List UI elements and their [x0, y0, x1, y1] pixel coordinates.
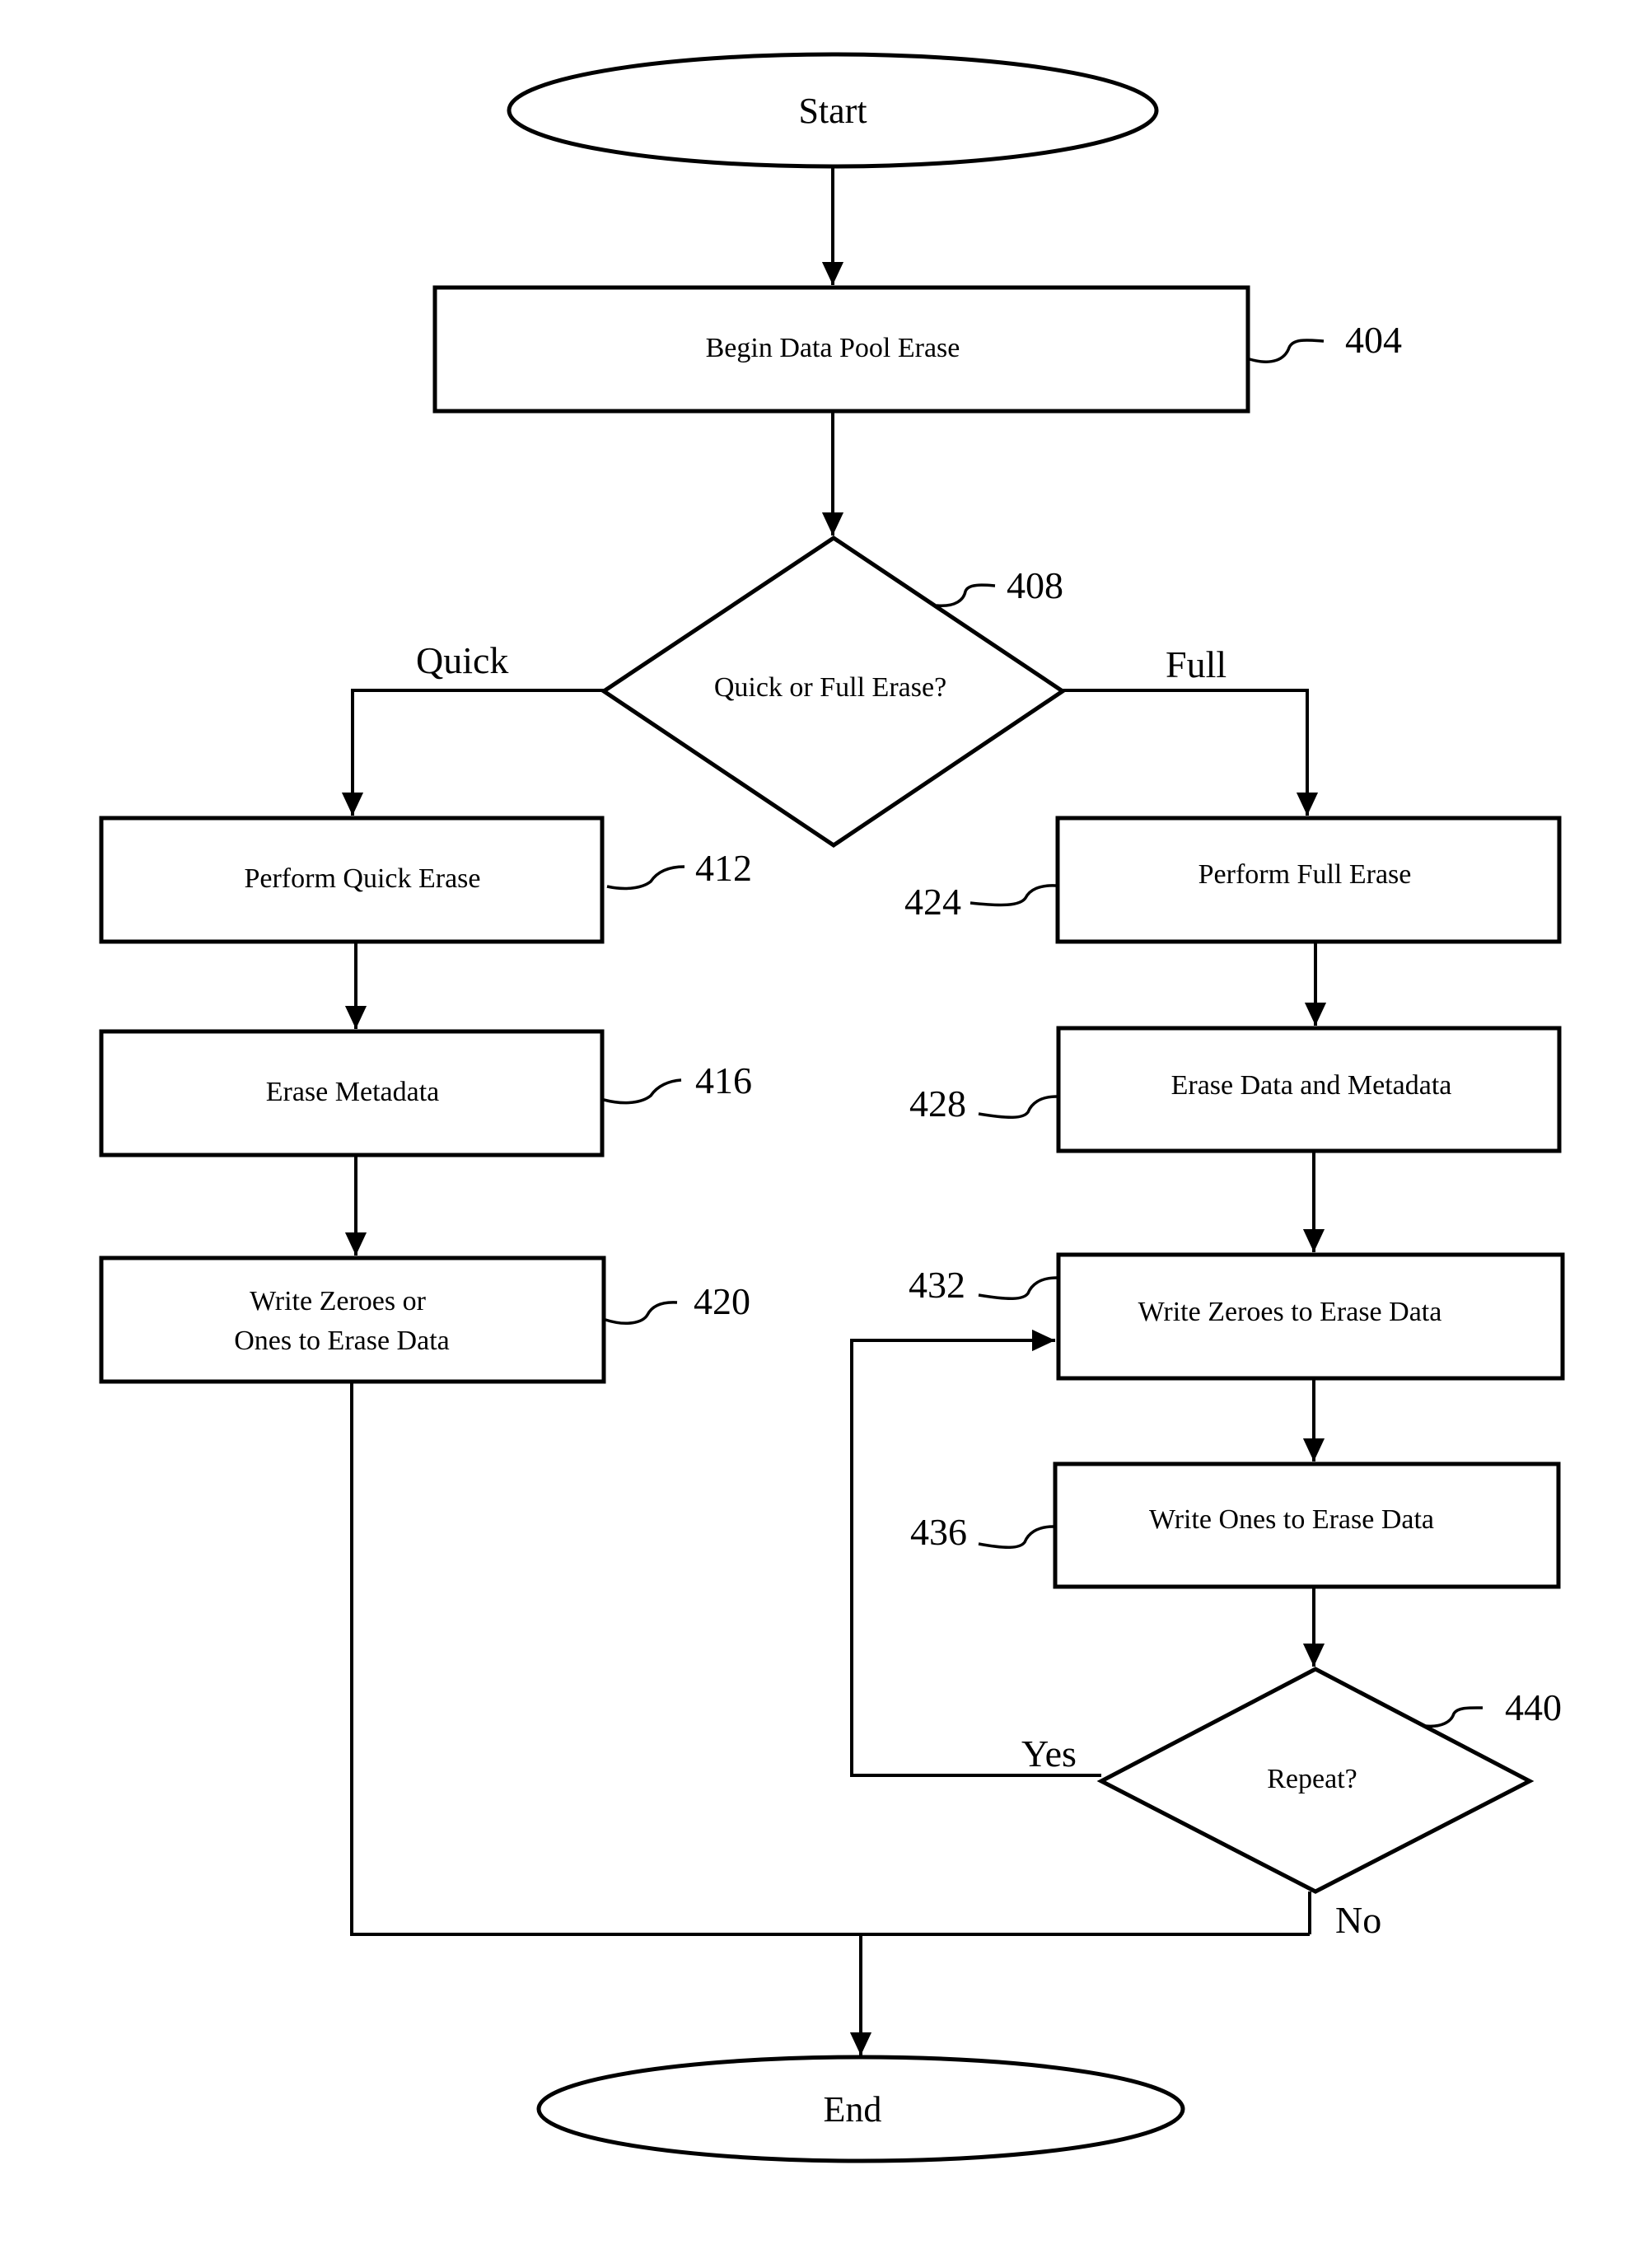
process-box-420: Write Zeroes or Ones to Erase Data [99, 1256, 606, 1384]
branch-label-quick: Quick [416, 639, 508, 681]
leader-412 [606, 865, 685, 891]
end-label: End [824, 2089, 882, 2130]
end-terminal: End [536, 2055, 1185, 2163]
ref-label-412: 412 [695, 847, 752, 889]
connector-408-quick-to-412 [341, 689, 604, 816]
branch-label-no: No [1335, 1899, 1381, 1941]
ref-label-428: 428 [909, 1083, 966, 1125]
ref-label-416: 416 [695, 1059, 752, 1101]
leader-436 [978, 1525, 1054, 1549]
branch-label-yes: Yes [1021, 1733, 1077, 1775]
box-420-label-line-2: Ones to Erase Data [234, 1326, 450, 1356]
start-label: Start [798, 91, 867, 131]
process-box-428: Erase Data and Metadata [1056, 1026, 1562, 1153]
leader-432 [978, 1276, 1058, 1301]
process-box-424: Perform Full Erase [1055, 816, 1562, 944]
box-436-label: Write Ones to Erase Data [1149, 1504, 1434, 1535]
diamond-440-label: Repeat? [1267, 1764, 1357, 1794]
process-box-404: Begin Data Pool Erase [432, 285, 1250, 414]
leader-440 [1424, 1706, 1483, 1728]
diamond-408-label: Quick or Full Erase? [714, 672, 946, 703]
leader-408 [936, 583, 996, 608]
process-box-416: Erase Metadata [99, 1029, 605, 1157]
leader-420 [605, 1301, 678, 1326]
box-432-label: Write Zeroes to Erase Data [1138, 1297, 1442, 1327]
ref-label-408: 408 [1007, 564, 1063, 606]
ref-label-440: 440 [1505, 1686, 1562, 1728]
box-416-label: Erase Metadata [266, 1077, 440, 1107]
decision-408: Quick or Full Erase? [600, 535, 1067, 849]
branch-label-full: Full [1166, 643, 1227, 685]
leader-428 [978, 1095, 1058, 1120]
ref-label-420: 420 [694, 1280, 750, 1322]
box-420 [99, 1256, 606, 1384]
process-box-436: Write Ones to Erase Data [1053, 1461, 1561, 1589]
process-box-412: Perform Quick Erase [99, 816, 605, 944]
start-terminal: Start [507, 52, 1159, 169]
ref-label-424: 424 [904, 881, 961, 923]
process-box-432: Write Zeroes to Erase Data [1056, 1252, 1565, 1381]
ref-label-404: 404 [1345, 319, 1402, 361]
leader-416 [603, 1078, 682, 1105]
box-424-label: Perform Full Erase [1198, 859, 1412, 890]
box-428-label: Erase Data and Metadata [1171, 1070, 1452, 1101]
decision-440: Repeat? [1096, 1667, 1535, 1894]
box-404-label: Begin Data Pool Erase [706, 333, 960, 363]
leader-424 [970, 884, 1057, 907]
leader-404 [1249, 339, 1325, 363]
ref-label-436: 436 [910, 1511, 967, 1553]
flowchart-canvas: Start Begin Data Pool Erase 404 Quick or… [99, 52, 1565, 2163]
box-420-label-line-1: Write Zeroes or [250, 1286, 427, 1316]
box-412-label: Perform Quick Erase [244, 863, 480, 894]
ref-label-432: 432 [909, 1264, 965, 1306]
connector-408-full-to-424 [1063, 689, 1319, 816]
